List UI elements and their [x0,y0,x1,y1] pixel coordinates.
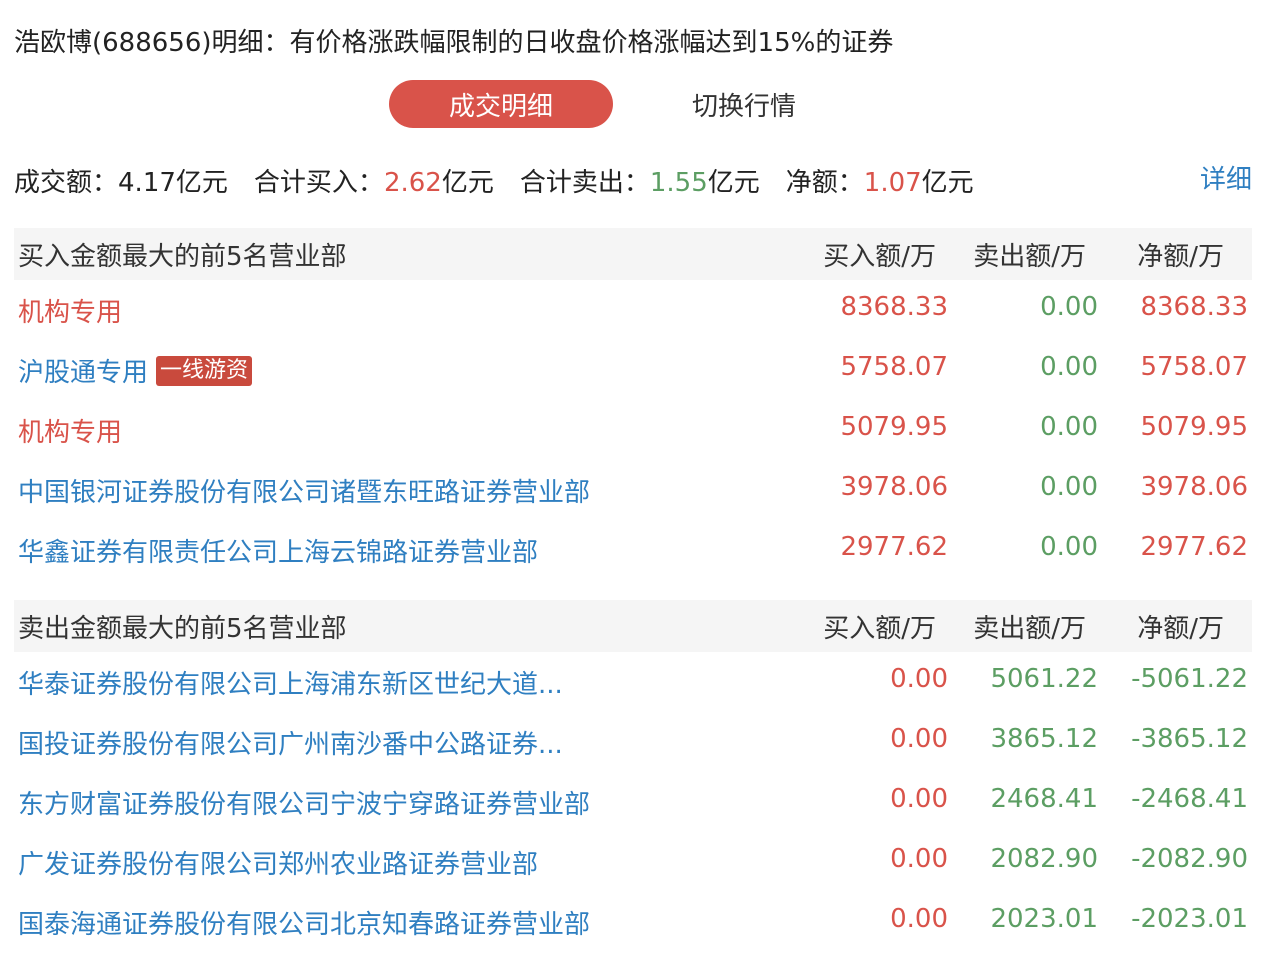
buy-amount: 0.00 [890,664,948,694]
turnover-label: 成交额： [14,167,119,198]
sell-amount: 0.00 [1040,292,1098,322]
broker-name[interactable]: 广发证券股份有限公司郑州农业路证券营业部 [18,844,538,881]
table-row[interactable]: 沪股通专用 一线游资 5758.07 0.00 5758.07 [14,340,1252,400]
total-sell-label: 合计卖出： [519,167,650,198]
broker-name[interactable]: 国投证券股份有限公司广州南沙番中公路证券... [18,724,563,761]
tab-bar: 成交明细 切换行情 [389,80,849,128]
buy-section-title: 买入金额最大的前5名营业部 [18,241,347,272]
buy-amount: 0.00 [890,844,948,874]
net-amount: 5758.07 [1140,352,1248,382]
net-amount: -5061.22 [1131,664,1248,694]
turnover-summary: 成交额：4.17亿元 [14,162,228,199]
buy-amount: 3978.06 [840,472,948,502]
detail-link[interactable]: 详细 [1200,160,1252,200]
net-amount: 3978.06 [1140,472,1248,502]
table-row[interactable]: 国泰海通证券股份有限公司北京知春路证券营业部 0.00 2023.01 -202… [14,892,1252,952]
col-net-amount: 净额/万 [1137,241,1224,272]
turnover-value: 4.17亿元 [118,167,228,198]
sell-amount: 3865.12 [990,724,1098,754]
total-buy-summary: 合计买入：2.62亿元 [254,162,494,199]
net-amount: -3865.12 [1131,724,1248,754]
table-row[interactable]: 东方财富证券股份有限公司宁波宁穿路证券营业部 0.00 2468.41 -246… [14,772,1252,832]
trader-badge: 一线游资 [156,355,253,386]
buy-amount: 5079.95 [840,412,948,442]
table-row[interactable]: 华泰证券股份有限公司上海浦东新区世纪大道... 0.00 5061.22 -50… [14,652,1252,712]
page-title: 浩欧博(688656)明细：有价格涨跌幅限制的日收盘价格涨幅达到15%的证券 [14,28,894,58]
sell-amount: 2023.01 [990,904,1098,934]
sell-section-header: 卖出金额最大的前5名营业部 买入额/万 卖出额/万 净额/万 [14,600,1252,652]
sell-amount: 0.00 [1040,472,1098,502]
col-net-amount: 净额/万 [1137,613,1224,644]
total-buy-label: 合计买入： [253,167,384,198]
sell-amount: 0.00 [1040,532,1098,562]
buy-amount: 2977.62 [840,532,948,562]
net-summary: 净额：1.07亿元 [786,162,974,199]
table-row[interactable]: 广发证券股份有限公司郑州农业路证券营业部 0.00 2082.90 -2082.… [14,832,1252,892]
broker-name[interactable]: 机构专用 [18,412,122,449]
net-label: 净额： [785,167,864,198]
sell-section: 卖出金额最大的前5名营业部 买入额/万 卖出额/万 净额/万 华泰证券股份有限公… [14,600,1252,952]
buy-amount: 8368.33 [840,292,948,322]
net-amount: -2082.90 [1131,844,1248,874]
broker-name[interactable]: 国泰海通证券股份有限公司北京知春路证券营业部 [18,904,590,941]
buy-amount: 0.00 [890,724,948,754]
buy-section: 买入金额最大的前5名营业部 买入额/万 卖出额/万 净额/万 机构专用 8368… [14,228,1252,580]
total-sell-unit: 亿元 [707,167,760,198]
table-row[interactable]: 华鑫证券有限责任公司上海云锦路证券营业部 2977.62 0.00 2977.6… [14,520,1252,580]
col-buy-amount: 买入额/万 [823,613,936,644]
broker-name[interactable]: 沪股通专用 一线游资 [18,352,253,389]
net-value: 1.07 [863,167,922,198]
buy-amount: 0.00 [890,904,948,934]
broker-name[interactable]: 华泰证券股份有限公司上海浦东新区世纪大道... [18,664,563,701]
summary-bar: 成交额：4.17亿元 合计买入：2.62亿元 合计卖出：1.55亿元 净额：1.… [14,160,1000,200]
net-amount: 5079.95 [1140,412,1248,442]
total-buy-unit: 亿元 [441,167,494,198]
broker-name[interactable]: 机构专用 [18,292,122,329]
table-row[interactable]: 中国银河证券股份有限公司诸暨东旺路证券营业部 3978.06 0.00 3978… [14,460,1252,520]
sell-amount: 0.00 [1040,412,1098,442]
tab-switch-quotes[interactable]: 切换行情 [659,80,829,128]
table-row[interactable]: 机构专用 5079.95 0.00 5079.95 [14,400,1252,460]
buy-section-header: 买入金额最大的前5名营业部 买入额/万 卖出额/万 净额/万 [14,228,1252,280]
table-row[interactable]: 机构专用 8368.33 0.00 8368.33 [14,280,1252,340]
sell-amount: 2468.41 [990,784,1098,814]
col-sell-amount: 卖出额/万 [973,241,1086,272]
total-buy-value: 2.62 [383,167,442,198]
col-buy-amount: 买入额/万 [823,241,936,272]
broker-name[interactable]: 东方财富证券股份有限公司宁波宁穿路证券营业部 [18,784,590,821]
tab-trade-details[interactable]: 成交明细 [389,80,613,128]
net-amount: 8368.33 [1140,292,1248,322]
col-sell-amount: 卖出额/万 [973,613,1086,644]
buy-amount: 5758.07 [840,352,948,382]
broker-name[interactable]: 中国银河证券股份有限公司诸暨东旺路证券营业部 [18,472,590,509]
sell-amount: 0.00 [1040,352,1098,382]
net-amount: 2977.62 [1140,532,1248,562]
table-row[interactable]: 国投证券股份有限公司广州南沙番中公路证券... 0.00 3865.12 -38… [14,712,1252,772]
total-sell-summary: 合计卖出：1.55亿元 [520,162,760,199]
sell-amount: 5061.22 [990,664,1098,694]
net-amount: -2023.01 [1131,904,1248,934]
broker-name[interactable]: 华鑫证券有限责任公司上海云锦路证券营业部 [18,532,538,569]
sell-section-title: 卖出金额最大的前5名营业部 [18,613,347,644]
net-amount: -2468.41 [1131,784,1248,814]
sell-amount: 2082.90 [990,844,1098,874]
buy-amount: 0.00 [890,784,948,814]
net-unit: 亿元 [921,167,974,198]
total-sell-value: 1.55 [649,167,708,198]
